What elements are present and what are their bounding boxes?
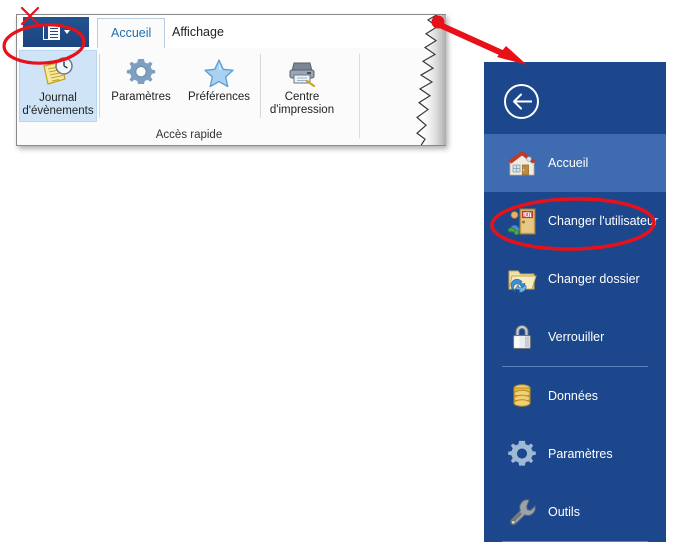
ribbon-body: Journal d'évènements Paramètres Préféren… xyxy=(17,48,446,145)
ribbon-button-centre-impression-label: Centre d'impression xyxy=(269,91,335,116)
backstage-item-changer-utilisateur-label: Changer l'utilisateur xyxy=(548,214,659,228)
backstage-item-accueil-label: Accueil xyxy=(548,156,589,170)
backstage-item-parametres[interactable]: Paramètres xyxy=(484,425,666,483)
svg-text:EXIT: EXIT xyxy=(522,212,533,218)
ribbon-button-parametres[interactable]: Paramètres xyxy=(102,50,180,122)
backstage-panel: Accueil EXIT Changer l'utilisateur Chang… xyxy=(484,62,666,542)
backstage-item-donnees-label: Données xyxy=(548,389,599,403)
ribbon-group-divider xyxy=(359,54,360,138)
backstage-item-verrouiller[interactable]: Verrouiller xyxy=(484,308,666,366)
database-icon xyxy=(505,379,539,413)
back-arrow-icon[interactable] xyxy=(504,84,539,119)
ribbon-button-journal-evenements[interactable]: Journal d'évènements xyxy=(19,50,97,122)
lock-icon xyxy=(505,320,539,354)
ribbon-button-preferences[interactable]: Préférences xyxy=(180,50,258,122)
ribbon-button-journal-evenements-label: Journal d'évènements xyxy=(22,92,94,117)
backstage-item-changer-dossier-label: Changer dossier xyxy=(548,272,640,286)
ribbon-button-preferences-label: Préférences xyxy=(187,91,250,103)
backstage-item-changer-dossier[interactable]: Changer dossier xyxy=(484,250,666,308)
backstage-item-verrouiller-label: Verrouiller xyxy=(548,330,605,344)
printer-icon xyxy=(285,55,319,89)
ribbon-group-acces-rapide: Journal d'évènements Paramètres Préféren… xyxy=(19,48,415,145)
backstage-item-outils[interactable]: Outils xyxy=(484,483,666,541)
backstage-item-donnees[interactable]: Données xyxy=(484,367,666,425)
backstage-header xyxy=(484,62,666,134)
ribbon-group-title: Accès rapide xyxy=(155,129,223,141)
back-arrow-glyph xyxy=(513,93,532,110)
ribbon-separator xyxy=(260,54,261,118)
ribbon-separator xyxy=(99,54,100,118)
wrench-icon xyxy=(505,495,539,529)
gear-icon xyxy=(125,55,157,89)
dropdown-caret-icon xyxy=(63,30,70,34)
panel-book-icon xyxy=(42,24,60,40)
backstage-item-parametres-label: Paramètres xyxy=(548,447,613,461)
ribbon-button-parametres-label: Paramètres xyxy=(111,91,171,103)
event-log-icon xyxy=(41,56,75,90)
tab-affichage[interactable]: Affichage xyxy=(159,17,237,48)
application-menu-button[interactable] xyxy=(23,17,89,47)
gear-icon xyxy=(505,437,539,471)
tab-accueil[interactable]: Accueil xyxy=(97,18,166,49)
backstage-item-outils-label: Outils xyxy=(548,505,580,519)
ribbon-tab-strip: Accueil Affichage xyxy=(17,15,446,49)
tab-accueil-label: Accueil xyxy=(111,26,152,40)
star-icon xyxy=(202,55,236,89)
backstage-item-changer-utilisateur[interactable]: EXIT Changer l'utilisateur xyxy=(484,192,666,250)
ribbon-button-row: Journal d'évènements Paramètres Préféren… xyxy=(19,50,341,122)
application-window: Accueil Affichage Journal d'évènements P… xyxy=(16,14,446,146)
switch-user-icon: EXIT xyxy=(505,204,539,238)
change-folder-icon xyxy=(505,262,539,296)
ribbon-button-centre-impression[interactable]: Centre d'impression xyxy=(263,50,341,122)
tab-affichage-label: Affichage xyxy=(172,25,224,39)
backstage-item-accueil[interactable]: Accueil xyxy=(484,134,666,192)
home-icon xyxy=(505,146,539,180)
